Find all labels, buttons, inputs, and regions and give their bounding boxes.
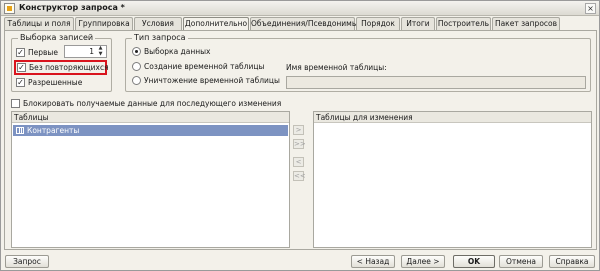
distinct-label: Без повторяющихся (29, 63, 109, 72)
allowed-option[interactable]: ✓ Разрешенные (16, 77, 86, 88)
cancel-button[interactable]: Отмена (499, 255, 543, 268)
remove-all-tables-button[interactable]: << (293, 171, 306, 181)
select-data-radio[interactable] (132, 47, 141, 56)
list-item[interactable]: Контрагенты (13, 125, 288, 136)
close-icon[interactable]: × (585, 3, 596, 14)
create-temp-label: Создание временной таблицы (144, 62, 265, 71)
temp-table-name-input[interactable] (286, 76, 586, 89)
lock-checkbox[interactable] (11, 99, 20, 108)
add-table-button[interactable]: > (293, 125, 304, 135)
first-count-value: 1 (89, 47, 94, 56)
query-type-destroy-temp[interactable]: Уничтожение временной таблицы (132, 75, 280, 86)
tables-panel-header: Таблицы (12, 112, 289, 123)
back-button[interactable]: < Назад (351, 255, 395, 268)
lock-option[interactable]: Блокировать получаемые данные для послед… (11, 98, 281, 109)
allowed-checkbox[interactable]: ✓ (16, 78, 25, 87)
select-data-label: Выборка данных (144, 47, 211, 56)
query-type-select-data[interactable]: Выборка данных (132, 46, 252, 57)
first-checkbox[interactable]: ✓ (16, 48, 25, 57)
tab-conditions[interactable]: Условия (134, 17, 182, 31)
window-title: Конструктор запроса * (19, 3, 125, 12)
ok-button[interactable]: OK (453, 255, 495, 268)
tab-grouping[interactable]: Группировка (75, 17, 133, 31)
destroy-temp-label: Уничтожение временной таблицы (144, 76, 280, 85)
query-builder-window: Конструктор запроса * × Таблицы и поля Г… (0, 0, 600, 271)
next-button[interactable]: Далее > (401, 255, 445, 268)
table-name: Контрагенты (27, 126, 80, 135)
destroy-temp-radio[interactable] (132, 76, 141, 85)
tables-for-change-header: Таблицы для изменения (314, 112, 591, 123)
query-type-group: Тип запроса Выборка данных Создание врем… (125, 33, 591, 92)
tables-panel: Таблицы Контрагенты (11, 111, 290, 248)
stepper-down-icon[interactable]: ▼ (96, 52, 105, 57)
selection-group: Выборка записей ✓ Первые 1 ▲ ▼ ✓ Без пов… (11, 33, 112, 92)
distinct-checkbox[interactable]: ✓ (17, 63, 26, 72)
tab-query-batch[interactable]: Пакет запросов (492, 17, 560, 31)
query-button[interactable]: Запрос (5, 255, 49, 268)
tab-content-additional: Выборка записей ✓ Первые 1 ▲ ▼ ✓ Без пов… (4, 30, 597, 250)
distinct-option[interactable]: ✓ Без повторяющихся (17, 62, 109, 73)
selection-group-title: Выборка записей (18, 33, 96, 42)
tables-for-change-panel: Таблицы для изменения (313, 111, 592, 248)
query-type-create-temp[interactable]: Создание временной таблицы (132, 61, 265, 72)
allowed-label: Разрешенные (28, 78, 83, 87)
temp-table-name-label: Имя временной таблицы: (286, 63, 387, 72)
first-count-stepper[interactable]: 1 ▲ ▼ (64, 45, 107, 58)
title-bar: Конструктор запроса * × (1, 1, 599, 16)
tab-order[interactable]: Порядок (356, 17, 400, 31)
first-label: Первые (28, 48, 58, 57)
create-temp-radio[interactable] (132, 62, 141, 71)
query-type-title: Тип запроса (132, 33, 188, 42)
add-all-tables-button[interactable]: >> (293, 139, 306, 149)
tab-totals[interactable]: Итоги (401, 17, 435, 31)
table-icon (16, 127, 24, 134)
tab-builder[interactable]: Построитель (436, 17, 491, 31)
tab-unions-aliases[interactable]: Объединения/Псевдонимы (250, 17, 358, 31)
app-icon (4, 3, 15, 14)
tab-tables-and-fields[interactable]: Таблицы и поля (4, 17, 74, 31)
lock-label: Блокировать получаемые данные для послед… (23, 99, 282, 108)
remove-table-button[interactable]: < (293, 157, 304, 167)
first-option[interactable]: ✓ Первые (16, 47, 58, 58)
help-button[interactable]: Справка (549, 255, 595, 268)
